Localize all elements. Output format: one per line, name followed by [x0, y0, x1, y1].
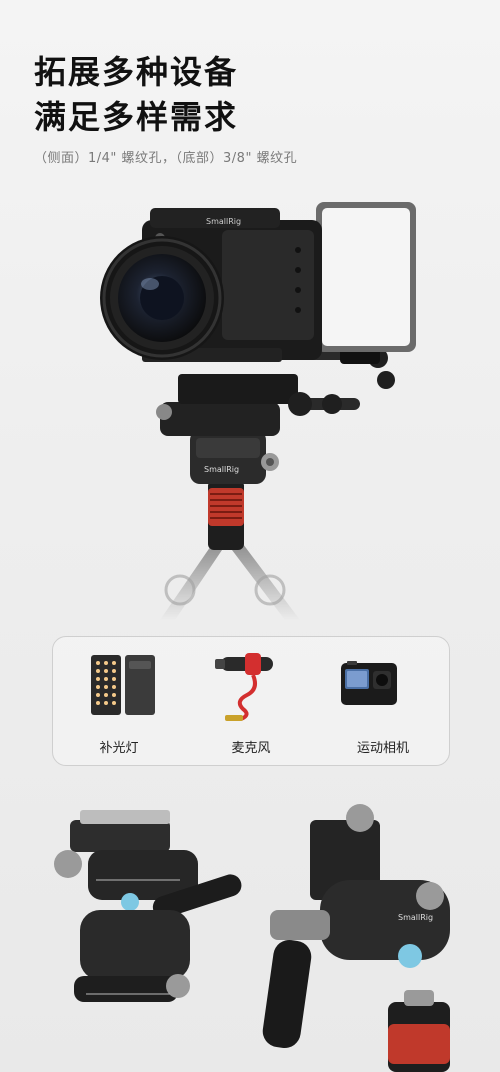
accessory-action-camera: 运动相机 [317, 637, 449, 765]
hero-camera-rig-image: SmallRig SmallRig [100, 202, 416, 620]
compatible-accessories-card: 补光灯 麦克风 运动相机 [52, 636, 450, 766]
accessory-fill-light: 补光灯 [53, 637, 185, 765]
tripod-head-detail-images: SmallRig [54, 804, 450, 1072]
headline-line-2: 满足多样需求 [34, 98, 239, 136]
action-camera-icon [341, 661, 397, 705]
camera-lens [100, 236, 224, 360]
svg-text:SmallRig: SmallRig [398, 913, 433, 922]
tripod-column [208, 480, 244, 550]
accessory-label-action-camera: 运动相机 [356, 741, 409, 756]
tripod-reflection [160, 540, 300, 620]
tripod-head: SmallRig [156, 374, 298, 484]
svg-text:SmallRig: SmallRig [206, 217, 241, 226]
headline-line-1: 拓展多种设备 [34, 53, 239, 91]
accessory-microphone: 麦克风 [185, 637, 317, 765]
accessory-label-fill-light: 补光灯 [99, 741, 139, 756]
tripod-head-left-view [54, 810, 242, 1002]
accessory-label-microphone: 麦克风 [231, 741, 271, 756]
fill-light-icon [91, 655, 155, 715]
tripod-head-right-view: SmallRig [262, 804, 450, 1072]
led-light-panel [316, 202, 416, 352]
microphone-icon [215, 653, 273, 721]
subtitle-thread-holes: （侧面）1/4" 螺纹孔，（底部）3/8" 螺纹孔 [34, 151, 298, 166]
svg-text:SmallRig: SmallRig [204, 465, 239, 474]
